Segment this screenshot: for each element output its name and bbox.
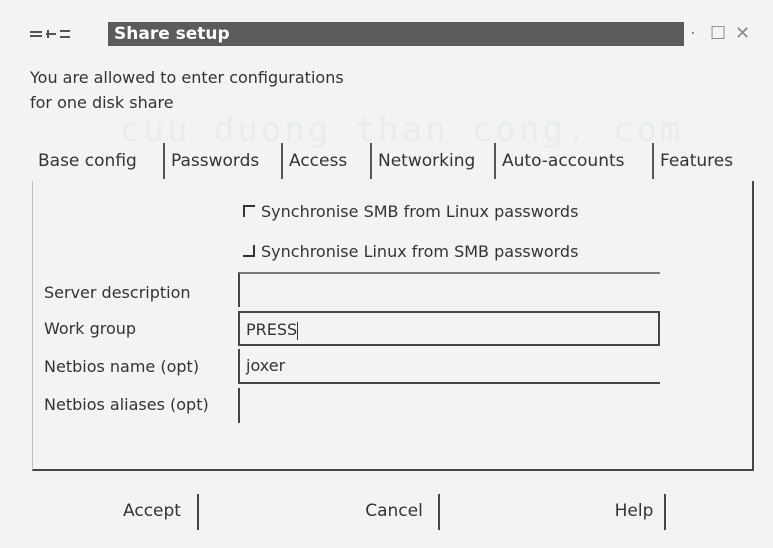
sync-smb-checkbox[interactable]: Synchronise SMB from Linux passwords (243, 201, 578, 223)
work-group-value: PRESS (246, 320, 298, 339)
work-group-label: Work group (44, 319, 137, 338)
window-menu-icon[interactable] (28, 27, 88, 41)
tab-bar: Base config Passwords Access Networking … (32, 143, 756, 181)
tab-passwords[interactable]: Passwords (165, 143, 283, 179)
tab-base-config[interactable]: Base config (32, 143, 165, 179)
sync-smb-label: Synchronise SMB from Linux passwords (261, 202, 579, 221)
minimize-icon[interactable]: · (690, 20, 696, 48)
intro-text: You are allowed to enter configurations … (30, 65, 344, 115)
sync-linux-checkbox[interactable]: Synchronise Linux from SMB passwords (243, 241, 578, 263)
sync-linux-label: Synchronise Linux from SMB passwords (261, 242, 579, 261)
netbios-aliases-input[interactable] (238, 388, 660, 423)
close-icon[interactable]: ✕ (735, 20, 750, 48)
accept-button[interactable]: Accept (107, 494, 199, 530)
netbios-name-label: Netbios name (opt) (44, 357, 200, 376)
tab-networking[interactable]: Networking (372, 143, 496, 179)
cancel-button[interactable]: Cancel (350, 494, 440, 530)
tab-access[interactable]: Access (283, 143, 372, 179)
tab-auto-accounts[interactable]: Auto-accounts (496, 143, 654, 179)
netbios-name-input[interactable]: joxer (238, 349, 660, 384)
maximize-icon[interactable]: ☐ (710, 20, 726, 48)
title-bar[interactable]: Share setup · ☐ ✕ (20, 20, 755, 48)
server-description-input[interactable] (238, 272, 660, 307)
tab-features[interactable]: Features (654, 143, 754, 179)
work-group-input[interactable]: PRESS (238, 311, 660, 346)
window-title: Share setup (108, 22, 684, 46)
netbios-aliases-label: Netbios aliases (opt) (44, 395, 209, 414)
help-button[interactable]: Help (604, 494, 666, 530)
checkbox-unchecked-icon (243, 245, 255, 257)
checkbox-checked-icon (243, 205, 255, 217)
intro-line-1: You are allowed to enter configurations (30, 68, 344, 87)
text-cursor (297, 321, 299, 340)
server-description-label: Server description (44, 283, 191, 302)
